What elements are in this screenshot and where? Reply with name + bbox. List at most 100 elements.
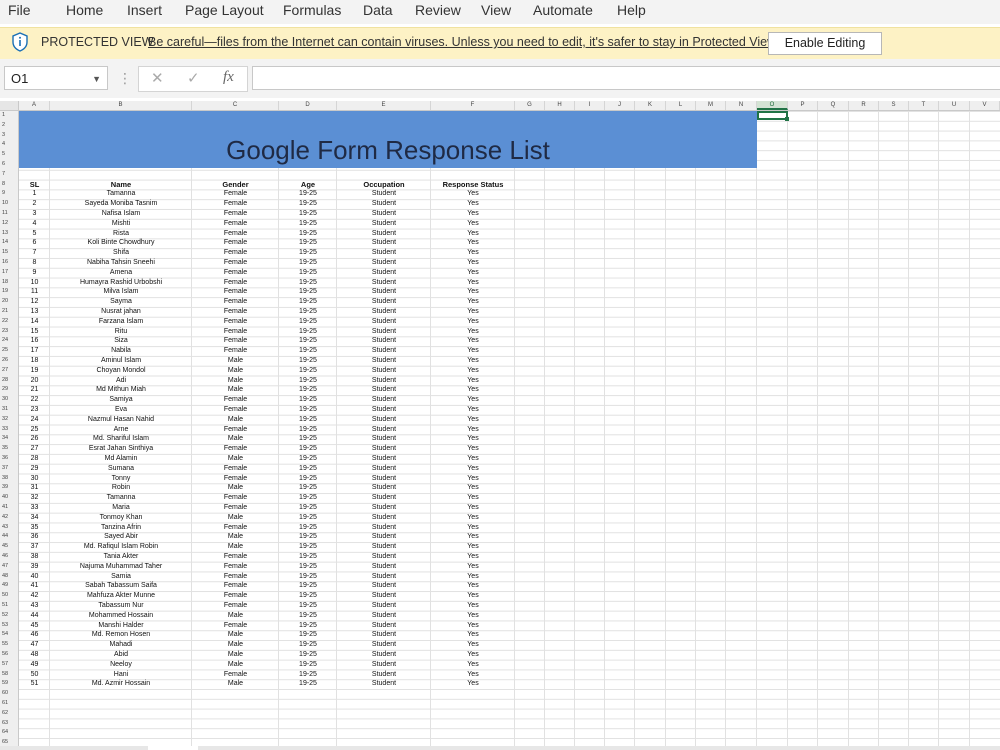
table-cell-sl[interactable]: 13	[19, 307, 50, 317]
row-header[interactable]: 15	[0, 248, 18, 258]
table-cell-age[interactable]: 19-25	[279, 219, 337, 229]
column-header-l[interactable]: L	[666, 101, 696, 110]
table-cell-age[interactable]: 19-25	[279, 542, 337, 552]
table-cell-sl[interactable]: 15	[19, 327, 50, 337]
table-cell-sl[interactable]: 29	[19, 464, 50, 474]
table-cell-occupation[interactable]: Student	[337, 660, 431, 670]
table-cell-gender[interactable]: Male	[192, 679, 279, 689]
table-cell-name[interactable]: Nafisa Islam	[50, 209, 192, 219]
table-cell-gender[interactable]: Female	[192, 474, 279, 484]
table-cell-name[interactable]: Robin	[50, 483, 192, 493]
table-cell-occupation[interactable]: Student	[337, 640, 431, 650]
table-cell-response-status[interactable]: Yes	[431, 248, 515, 258]
table-cell-age[interactable]: 19-25	[279, 209, 337, 219]
table-cell-name[interactable]: Shifa	[50, 248, 192, 258]
column-header-d[interactable]: D	[279, 101, 337, 110]
table-cell-name[interactable]: Tamanna	[50, 493, 192, 503]
table-cell-gender[interactable]: Female	[192, 278, 279, 288]
table-cell-occupation[interactable]: Student	[337, 258, 431, 268]
row-header[interactable]: 40	[0, 493, 18, 503]
table-cell-sl[interactable]: 27	[19, 444, 50, 454]
table-cell-gender[interactable]: Female	[192, 327, 279, 337]
column-header-i[interactable]: I	[575, 101, 605, 110]
table-cell-age[interactable]: 19-25	[279, 474, 337, 484]
table-cell-age[interactable]: 19-25	[279, 562, 337, 572]
row-header[interactable]: 8	[0, 180, 18, 190]
table-cell-sl[interactable]: 21	[19, 385, 50, 395]
row-header[interactable]: 50	[0, 591, 18, 601]
table-cell-name[interactable]: Sabah Tabassum Saifa	[50, 581, 192, 591]
table-cell-response-status[interactable]: Yes	[431, 503, 515, 513]
table-cell-response-status[interactable]: Yes	[431, 346, 515, 356]
row-header[interactable]: 1	[0, 111, 18, 121]
insert-function-icon[interactable]: fx	[223, 69, 234, 86]
table-cell-occupation[interactable]: Student	[337, 679, 431, 689]
table-cell-name[interactable]: Milva Islam	[50, 287, 192, 297]
table-cell-age[interactable]: 19-25	[279, 611, 337, 621]
table-cell-occupation[interactable]: Student	[337, 474, 431, 484]
row-header[interactable]: 31	[0, 405, 18, 415]
selected-cell[interactable]	[757, 111, 788, 120]
table-cell-response-status[interactable]: Yes	[431, 640, 515, 650]
table-cell-gender[interactable]: Male	[192, 542, 279, 552]
table-cell-sl[interactable]: 42	[19, 591, 50, 601]
row-header[interactable]: 35	[0, 444, 18, 454]
table-cell-name[interactable]: Tabassum Nur	[50, 601, 192, 611]
table-cell-gender[interactable]: Male	[192, 630, 279, 640]
table-cell-response-status[interactable]: Yes	[431, 238, 515, 248]
table-cell-gender[interactable]: Female	[192, 189, 279, 199]
table-cell-age[interactable]: 19-25	[279, 660, 337, 670]
table-cell-occupation[interactable]: Student	[337, 581, 431, 591]
column-header-q[interactable]: Q	[818, 101, 849, 110]
row-header[interactable]: 18	[0, 278, 18, 288]
table-cell-sl[interactable]: 5	[19, 229, 50, 239]
table-cell-occupation[interactable]: Student	[337, 327, 431, 337]
table-cell-name[interactable]: Mahadi	[50, 640, 192, 650]
row-header[interactable]: 42	[0, 513, 18, 523]
menu-help[interactable]: Help	[617, 2, 646, 18]
row-header[interactable]: 25	[0, 346, 18, 356]
table-cell-age[interactable]: 19-25	[279, 454, 337, 464]
table-cell-gender[interactable]: Female	[192, 581, 279, 591]
table-cell-occupation[interactable]: Student	[337, 542, 431, 552]
table-cell-age[interactable]: 19-25	[279, 493, 337, 503]
table-cell-gender[interactable]: Male	[192, 483, 279, 493]
table-cell-name[interactable]: Nazmul Hasan Nahid	[50, 415, 192, 425]
table-cell-response-status[interactable]: Yes	[431, 611, 515, 621]
column-header-u[interactable]: U	[939, 101, 970, 110]
table-cell-occupation[interactable]: Student	[337, 493, 431, 503]
table-cell-name[interactable]: Tanzina Afrin	[50, 523, 192, 533]
row-header[interactable]: 38	[0, 474, 18, 484]
row-header[interactable]: 12	[0, 219, 18, 229]
table-cell-name[interactable]: Mohammed Hossain	[50, 611, 192, 621]
enter-icon[interactable]: ✓	[187, 69, 200, 87]
column-header-f[interactable]: F	[431, 101, 515, 110]
table-cell-occupation[interactable]: Student	[337, 591, 431, 601]
row-header[interactable]: 10	[0, 199, 18, 209]
row-header[interactable]: 22	[0, 317, 18, 327]
table-cell-gender[interactable]: Female	[192, 572, 279, 582]
table-cell-response-status[interactable]: Yes	[431, 493, 515, 503]
table-cell-occupation[interactable]: Student	[337, 238, 431, 248]
row-header[interactable]: 29	[0, 385, 18, 395]
table-header-age[interactable]: Age	[279, 180, 337, 190]
table-cell-occupation[interactable]: Student	[337, 405, 431, 415]
table-cell-gender[interactable]: Female	[192, 248, 279, 258]
table-cell-name[interactable]: Farzana Islam	[50, 317, 192, 327]
row-header[interactable]: 54	[0, 630, 18, 640]
menu-page-layout[interactable]: Page Layout	[185, 2, 264, 18]
table-cell-response-status[interactable]: Yes	[431, 454, 515, 464]
table-cell-response-status[interactable]: Yes	[431, 376, 515, 386]
table-cell-response-status[interactable]: Yes	[431, 219, 515, 229]
table-cell-response-status[interactable]: Yes	[431, 464, 515, 474]
table-cell-response-status[interactable]: Yes	[431, 444, 515, 454]
row-header[interactable]: 26	[0, 356, 18, 366]
table-cell-name[interactable]: Mahfuza Akter Munne	[50, 591, 192, 601]
table-cell-response-status[interactable]: Yes	[431, 670, 515, 680]
menu-view[interactable]: View	[481, 2, 511, 18]
table-cell-sl[interactable]: 17	[19, 346, 50, 356]
column-header-s[interactable]: S	[879, 101, 909, 110]
table-cell-response-status[interactable]: Yes	[431, 287, 515, 297]
row-header[interactable]: 57	[0, 660, 18, 670]
row-header[interactable]: 27	[0, 366, 18, 376]
